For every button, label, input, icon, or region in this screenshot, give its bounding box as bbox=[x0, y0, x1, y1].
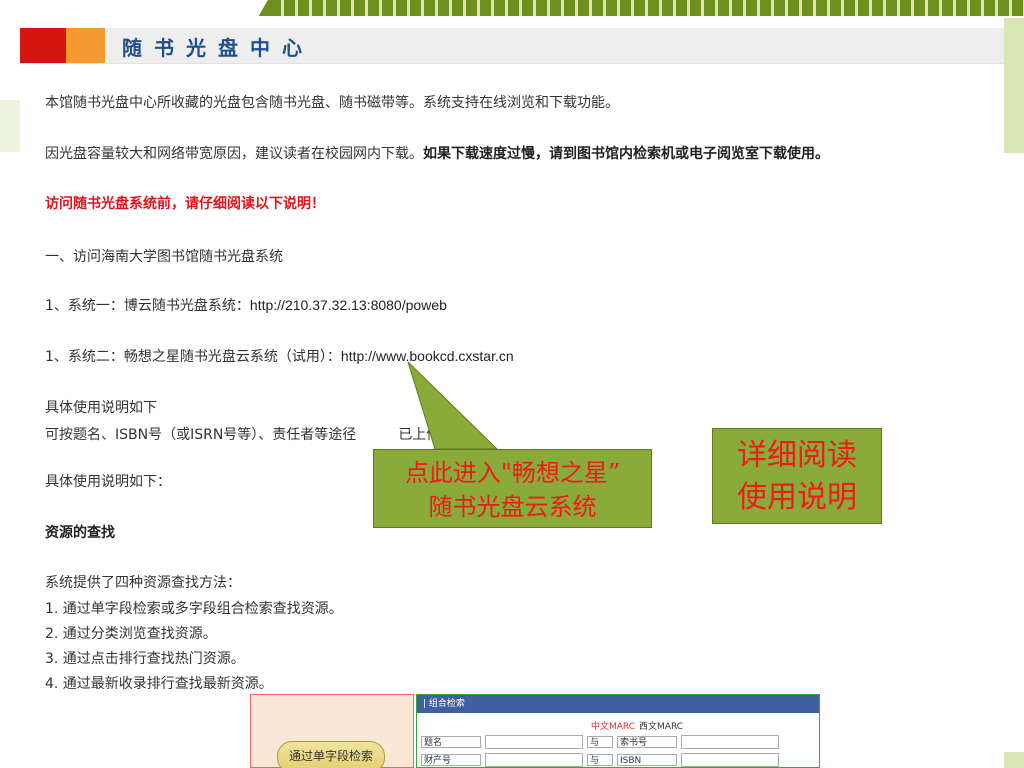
operator-select[interactable]: 与 bbox=[587, 754, 613, 766]
callout-read-line2: 使用说明 bbox=[737, 480, 857, 515]
field-select[interactable]: ISBN bbox=[617, 754, 677, 766]
callout-pointer bbox=[407, 361, 499, 450]
single-field-search-button[interactable]: 通过单字段检索 bbox=[277, 741, 385, 768]
search-row: 题名 与索书号 bbox=[421, 735, 783, 749]
callout-enter-line1: 点此进入"畅想之星” bbox=[404, 459, 621, 487]
operator-select[interactable]: 与 bbox=[587, 736, 613, 748]
embedded-screenshot: 通过单字段检索 | 组合检索 中文MARC 西文MARC 题名与索书号 财产号与 I… bbox=[198, 694, 830, 768]
search-row: 财产号 与 ISBN bbox=[421, 753, 783, 767]
enter-system-callout: 点此进入"畅想之星” 随书光盘云系统 bbox=[373, 449, 652, 528]
read-instructions-callout: 详细阅读 使用说明 bbox=[712, 428, 882, 524]
field-select[interactable]: 财产号 bbox=[421, 754, 481, 766]
field-input[interactable] bbox=[485, 735, 583, 749]
field-input[interactable] bbox=[681, 735, 779, 749]
screenshot-form-header: | 组合检索 bbox=[417, 695, 819, 713]
screenshot-search-form: | 组合检索 中文MARC 西文MARC 题名与索书号 财产号与 ISBN bbox=[416, 694, 820, 768]
screenshot-left-panel: 通过单字段检索 bbox=[250, 694, 414, 768]
tab-chinese-marc[interactable]: 中文MARC bbox=[591, 722, 635, 732]
field-input[interactable] bbox=[485, 753, 583, 767]
field-input[interactable] bbox=[681, 753, 779, 767]
tab-western-marc[interactable]: 西文MARC bbox=[639, 722, 683, 732]
callout-enter-line2: 随书光盘云系统 bbox=[428, 493, 597, 521]
screenshot-marc-tabs: 中文MARC 西文MARC bbox=[591, 719, 683, 732]
callout-read-line1: 详细阅读 bbox=[737, 438, 857, 473]
field-select[interactable]: 题名 bbox=[421, 736, 481, 748]
field-select[interactable]: 索书号 bbox=[617, 736, 677, 748]
